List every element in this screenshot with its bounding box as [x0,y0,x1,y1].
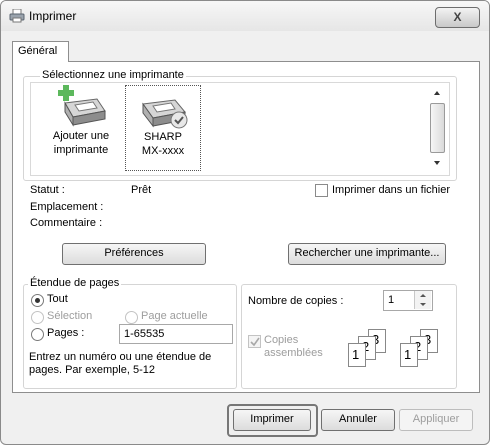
print-dialog: Imprimer X Général Sélectionnez une impr… [0,0,490,445]
collate-label: assemblées [264,347,323,359]
spinner-up-icon [420,294,426,297]
radio-selection[interactable] [31,311,44,324]
spinner-down-icon [420,303,426,306]
find-printer-button[interactable]: Rechercher une imprimante... [288,243,446,265]
pages-input-value: 1-65535 [124,328,165,340]
apply-label: Appliquer [412,413,460,425]
page-range-hint: pages. Par exemple, 5-12 [29,364,155,376]
printer-label: imprimante [53,144,109,156]
collated-pages-icon: 3 2 1 [346,329,394,371]
location-label: Emplacement : [30,201,104,213]
window-title: Imprimer [29,9,77,23]
tab-label: Général [18,45,58,57]
pages-input[interactable]: 1-65535 [119,324,233,344]
radio-current-page[interactable] [125,311,138,324]
print-to-file-checkbox[interactable] [315,184,328,197]
status-value: Prêt [131,184,152,196]
printer-item-sharp[interactable]: SHARP MX-xxxx [125,85,201,171]
printer-label: Ajouter une [52,130,110,142]
scroll-up-icon [434,91,440,95]
print-to-file-label: Imprimer dans un fichier [332,184,450,196]
cancel-label: Annuler [339,413,377,425]
copies-spinner[interactable] [414,291,431,309]
tab-general[interactable]: Général [12,41,69,62]
checkmark-icon [250,337,260,347]
printer-label: MX-xxxx [141,145,185,157]
close-button[interactable]: X [435,7,480,28]
print-label: Imprimer [250,413,294,425]
status-label: Statut : [30,184,65,196]
apply-button[interactable]: Appliquer [399,409,473,431]
printer-list-scrollbar[interactable] [427,83,447,173]
collate-checkbox[interactable] [248,335,261,348]
scrollbar-thumb[interactable] [430,103,445,153]
radio-pages-label: Pages : [47,327,85,339]
page-range-hint: Entrez un numéro ou une étendue de [29,351,212,363]
radio-pages[interactable] [31,328,44,341]
find-printer-label: Rechercher une imprimante... [294,247,440,259]
print-button[interactable]: Imprimer [233,409,311,431]
radio-current-page-label: Page actuelle [141,310,208,322]
cancel-button[interactable]: Annuler [321,409,395,431]
collate-label: Copies [264,334,299,346]
page-number: 1 [352,347,360,362]
printer-label: SHARP [144,131,182,143]
copies-label: Nombre de copies : [248,295,344,307]
printer-group-label: Sélectionnez une imprimante [40,69,186,81]
copies-input-value: 1 [388,294,395,306]
printer-default-icon [142,99,188,129]
scroll-down-icon [434,161,440,165]
preferences-label: Préférences [104,247,164,259]
radio-all-label: Tout [47,293,68,305]
close-icon: X [453,10,462,24]
page-number: 1 [404,347,412,362]
add-printer-icon [58,85,106,127]
radio-all[interactable] [31,294,44,307]
preferences-button[interactable]: Préférences [62,243,206,265]
radio-selection-label: Sélection [47,310,93,322]
comment-label: Commentaire : [30,217,103,229]
page-range-label: Étendue de pages [28,277,122,289]
printer-icon [9,9,25,23]
collated-pages-icon: 3 2 1 [398,329,446,371]
title-bar[interactable]: Imprimer X [1,1,489,31]
printer-item-add[interactable]: Ajouter une imprimante [43,85,119,167]
